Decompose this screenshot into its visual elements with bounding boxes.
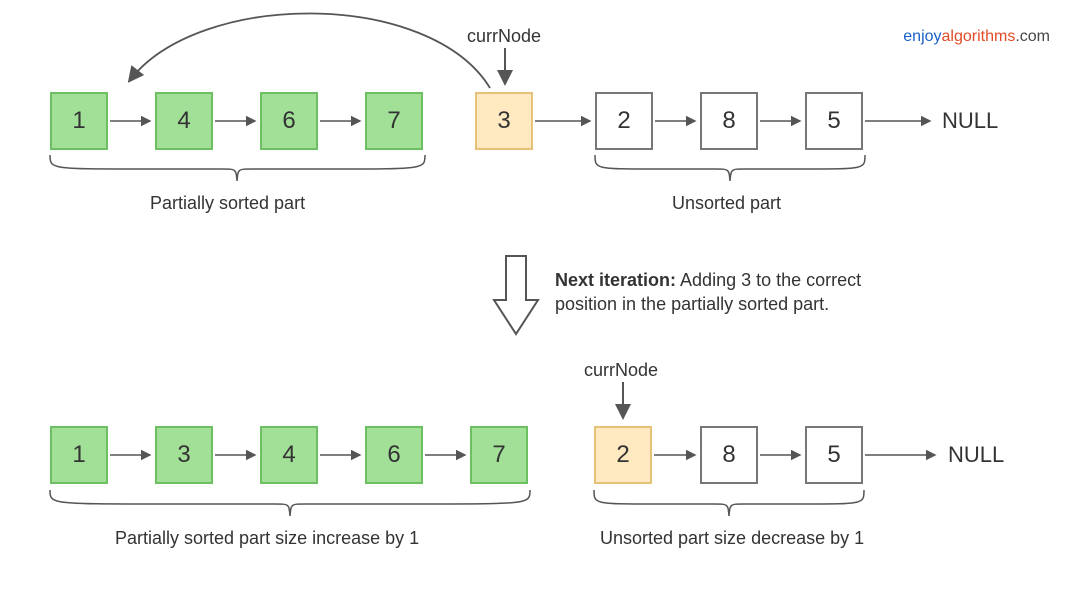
null-2: NULL: [948, 442, 1004, 468]
caption-unsorted-2: Unsorted part size decrease by 1: [600, 528, 864, 549]
caption-sorted-2: Partially sorted part size increase by 1: [115, 528, 419, 549]
brace-sorted-2: [50, 490, 530, 520]
brace-unsorted-2: [594, 490, 864, 520]
